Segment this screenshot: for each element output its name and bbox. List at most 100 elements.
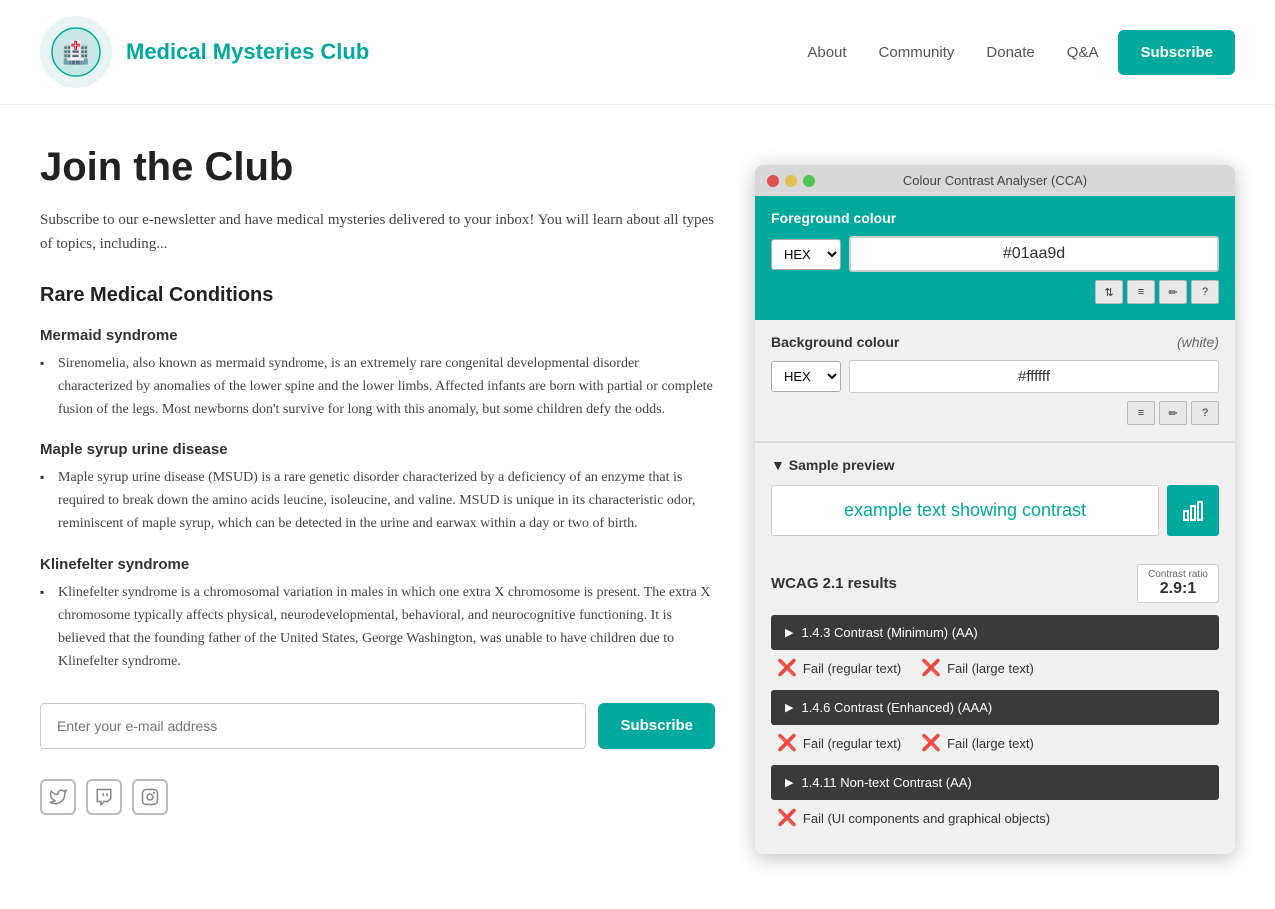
- condition-title-maple: Maple syrup urine disease: [40, 441, 715, 458]
- rule-143-label: 1.4.3 Contrast (Minimum) (AA): [801, 625, 977, 640]
- header: 🏥 Medical Mysteries Club About Community…: [0, 0, 1275, 105]
- rule-146-play-icon: ▶: [785, 701, 793, 714]
- bg-help-btn[interactable]: ?: [1191, 401, 1219, 425]
- fg-label: Foreground colour: [771, 210, 1219, 226]
- wcag-header: WCAG 2.1 results Contrast ratio 2.9:1: [771, 564, 1219, 603]
- twitch-icon[interactable]: [86, 779, 122, 815]
- rule-146-results: ❌ Fail (regular text) ❌ Fail (large text…: [771, 733, 1219, 753]
- header-subscribe-button[interactable]: Subscribe: [1118, 30, 1235, 75]
- window-controls: [767, 175, 815, 187]
- rule-1411-play-icon: ▶: [785, 776, 793, 789]
- nav-qa[interactable]: Q&A: [1055, 36, 1111, 69]
- site-title: Medical Mysteries Club: [126, 39, 369, 65]
- preview-label: ▼ Sample preview: [771, 457, 1219, 473]
- sample-text: example text showing contrast: [844, 500, 1086, 521]
- rule-143-result-1-text: Fail (large text): [947, 661, 1034, 676]
- intro-text: Subscribe to our e-newsletter and have m…: [40, 208, 715, 256]
- main-nav: About Community Donate Q&A Subscribe: [795, 30, 1235, 75]
- rule-1411-bar[interactable]: ▶ 1.4.11 Non-text Contrast (AA): [771, 765, 1219, 800]
- rule-146-result-1: ❌ Fail (large text): [921, 733, 1034, 753]
- contrast-ratio-box: Contrast ratio 2.9:1: [1137, 564, 1219, 603]
- rule-1411-result-0: ❌ Fail (UI components and graphical obje…: [777, 808, 1050, 828]
- contrast-ratio-label: Contrast ratio: [1148, 569, 1208, 580]
- rule-1411-results: ❌ Fail (UI components and graphical obje…: [771, 808, 1219, 828]
- bg-color-row: HEX RGB HSL: [771, 360, 1219, 393]
- rule-146-result-0: ❌ Fail (regular text): [777, 733, 901, 753]
- fg-hex-input[interactable]: [849, 236, 1219, 272]
- bg-label: Background colour: [771, 334, 899, 350]
- preview-section: ▼ Sample preview example text showing co…: [755, 442, 1235, 550]
- rule-143-play-icon: ▶: [785, 626, 793, 639]
- chart-view-btn[interactable]: [1167, 485, 1219, 536]
- fail-icon-0: ❌: [777, 658, 797, 678]
- fg-adjust-btn[interactable]: ≡: [1127, 280, 1155, 304]
- maximize-window-btn[interactable]: [803, 175, 815, 187]
- nav-community[interactable]: Community: [867, 36, 967, 69]
- wcag-label: WCAG 2.1 results: [771, 575, 897, 592]
- rule-146-result-0-text: Fail (regular text): [803, 736, 901, 751]
- sample-text-box: example text showing contrast: [771, 485, 1159, 536]
- bg-eyedropper-btn[interactable]: ✏: [1159, 401, 1187, 425]
- email-form: Subscribe: [40, 703, 715, 749]
- fg-color-row: HEX RGB HSL: [771, 236, 1219, 272]
- twitter-icon[interactable]: [40, 779, 76, 815]
- contrast-ratio-value: 2.9:1: [1148, 580, 1208, 598]
- condition-title-mermaid: Mermaid syndrome: [40, 327, 715, 344]
- email-input[interactable]: [40, 703, 586, 749]
- rule-146-label: 1.4.6 Contrast (Enhanced) (AAA): [801, 700, 992, 715]
- nav-about[interactable]: About: [795, 36, 858, 69]
- bg-adjust-btn[interactable]: ≡: [1127, 401, 1155, 425]
- cca-title: Colour Contrast Analyser (CCA): [903, 173, 1087, 188]
- svg-text:🏥: 🏥: [62, 40, 89, 65]
- left-column: Join the Club Subscribe to our e-newslet…: [40, 145, 715, 854]
- minimize-window-btn[interactable]: [785, 175, 797, 187]
- bg-section: Background colour (white) HEX RGB HSL ≡ …: [755, 320, 1235, 442]
- wcag-section: WCAG 2.1 results Contrast ratio 2.9:1 ▶ …: [755, 550, 1235, 854]
- fg-section: Foreground colour HEX RGB HSL ⇅ ≡ ✏ ?: [755, 196, 1235, 320]
- fail-icon-2: ❌: [777, 733, 797, 753]
- rule-143-results: ❌ Fail (regular text) ❌ Fail (large text…: [771, 658, 1219, 678]
- fg-format-select[interactable]: HEX RGB HSL: [771, 239, 841, 270]
- condition-body-maple: Maple syrup urine disease (MSUD) is a ra…: [40, 466, 715, 535]
- rule-143-result-0: ❌ Fail (regular text): [777, 658, 901, 678]
- fg-help-btn[interactable]: ?: [1191, 280, 1219, 304]
- instagram-icon[interactable]: [132, 779, 168, 815]
- subscribe-form-button[interactable]: Subscribe: [598, 703, 715, 749]
- close-window-btn[interactable]: [767, 175, 779, 187]
- bg-section-header: Background colour (white): [771, 334, 1219, 350]
- preview-body: example text showing contrast: [771, 485, 1219, 536]
- condition-maple: Maple syrup urine disease Maple syrup ur…: [40, 441, 715, 535]
- rule-1411-label: 1.4.11 Non-text Contrast (AA): [801, 775, 971, 790]
- condition-klinefelter: Klinefelter syndrome Klinefelter syndrom…: [40, 556, 715, 673]
- cca-window: Colour Contrast Analyser (CCA) Foregroun…: [755, 165, 1235, 854]
- logo-icon: 🏥: [40, 16, 112, 88]
- fg-swap-btn[interactable]: ⇅: [1095, 280, 1123, 304]
- condition-title-klinefelter: Klinefelter syndrome: [40, 556, 715, 573]
- condition-mermaid: Mermaid syndrome Sirenomelia, also known…: [40, 327, 715, 421]
- logo-group: 🏥 Medical Mysteries Club: [40, 16, 369, 88]
- page-title: Join the Club: [40, 145, 715, 190]
- social-icons: [40, 779, 715, 815]
- rare-conditions-heading: Rare Medical Conditions: [40, 284, 715, 307]
- fg-eyedropper-btn[interactable]: ✏: [1159, 280, 1187, 304]
- bg-white-label: (white): [1177, 334, 1219, 350]
- rule-146-bar[interactable]: ▶ 1.4.6 Contrast (Enhanced) (AAA): [771, 690, 1219, 725]
- fail-icon-4: ❌: [777, 808, 797, 828]
- nav-donate[interactable]: Donate: [974, 36, 1046, 69]
- fail-icon-3: ❌: [921, 733, 941, 753]
- cca-titlebar: Colour Contrast Analyser (CCA): [755, 165, 1235, 196]
- rule-143-result-0-text: Fail (regular text): [803, 661, 901, 676]
- main-layout: Join the Club Subscribe to our e-newslet…: [0, 105, 1275, 894]
- rule-143-result-1: ❌ Fail (large text): [921, 658, 1034, 678]
- bg-hex-input[interactable]: [849, 360, 1219, 393]
- rule-143-bar[interactable]: ▶ 1.4.3 Contrast (Minimum) (AA): [771, 615, 1219, 650]
- bg-tools-row: ≡ ✏ ?: [771, 401, 1219, 425]
- bg-format-select[interactable]: HEX RGB HSL: [771, 361, 841, 392]
- rule-146-result-1-text: Fail (large text): [947, 736, 1034, 751]
- condition-body-mermaid: Sirenomelia, also known as mermaid syndr…: [40, 352, 715, 421]
- cca-tool: Colour Contrast Analyser (CCA) Foregroun…: [755, 145, 1235, 854]
- fg-tools-row: ⇅ ≡ ✏ ?: [771, 280, 1219, 304]
- rule-1411-result-0-text: Fail (UI components and graphical object…: [803, 811, 1050, 826]
- condition-body-klinefelter: Klinefelter syndrome is a chromosomal va…: [40, 581, 715, 673]
- fail-icon-1: ❌: [921, 658, 941, 678]
